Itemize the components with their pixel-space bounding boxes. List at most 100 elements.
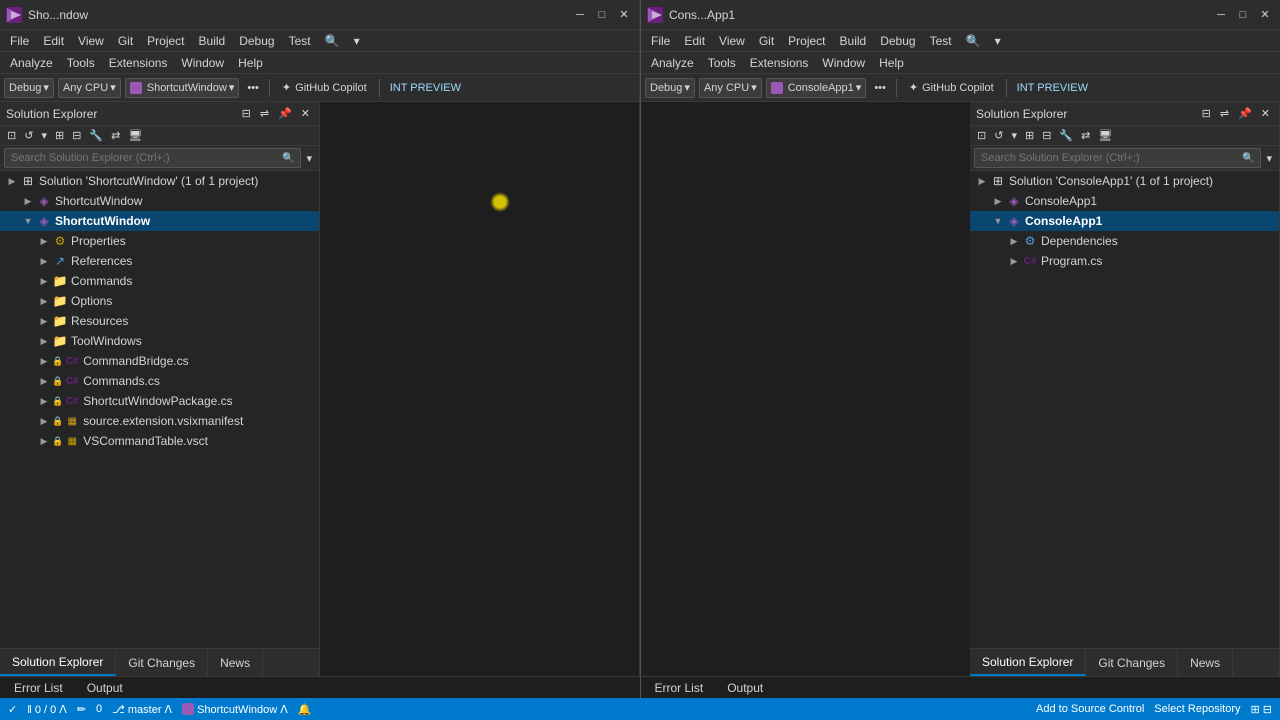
menu-project-1[interactable]: Project [141,32,190,50]
sync-btn-1[interactable]: ⇌ [257,106,272,121]
menu-analyze-2[interactable]: Analyze [645,54,700,72]
tree-container-2[interactable]: ▶ ⊞ Solution 'ConsoleApp1' (1 of 1 proje… [970,171,1279,648]
tree-item-properties[interactable]: ▶ ⚙ Properties [0,231,319,251]
tree-item-commandscs[interactable]: ▶ 🔒 C# Commands.cs [0,371,319,391]
menu-project-2[interactable]: Project [782,32,831,50]
tab-news-2[interactable]: News [1178,649,1233,676]
tree-item-commandbridge[interactable]: ▶ 🔒 C# CommandBridge.cs [0,351,319,371]
toolbar2-btn-a[interactable]: ⊡ [974,128,989,143]
tab-git-changes-2[interactable]: Git Changes [1086,649,1178,676]
status-branch[interactable]: ⎇ master ᐱ [112,703,172,716]
menu-debug-1[interactable]: Debug [233,32,280,50]
search-icon-2[interactable]: 🔍 [960,32,987,50]
tree-item-packagecs[interactable]: ▶ 🔒 C# ShortcutWindowPackage.cs [0,391,319,411]
tree-item-proj2-expanded[interactable]: ▼ ◈ ConsoleApp1 [970,211,1279,231]
tree-item-toolwindows[interactable]: ▶ 📁 ToolWindows [0,331,319,351]
menu-test-2[interactable]: Test [924,32,958,50]
more-btn-2[interactable]: ••• [870,78,890,98]
menu-tools-2[interactable]: Tools [702,54,742,72]
toolbar2-btn-c[interactable]: ▾ [1008,128,1020,143]
copilot-btn-2[interactable]: ✦ GitHub Copilot [903,78,1000,98]
platform-dropdown-2[interactable]: Any CPU ▾ [699,78,762,98]
menu-dropdown-1[interactable]: ▾ [348,32,366,50]
tree-item-deps[interactable]: ▶ ⚙ Dependencies [970,231,1279,251]
tab-git-changes-1[interactable]: Git Changes [116,649,208,676]
menu-view-1[interactable]: View [72,32,110,50]
tree-item-proj2-collapsed[interactable]: ▶ ◈ ConsoleApp1 [970,191,1279,211]
menu-file-2[interactable]: File [645,32,676,50]
tree-item-proj-collapsed[interactable]: ▶ ◈ ShortcutWindow [0,191,319,211]
restore-btn-1[interactable]: □ [593,7,611,23]
menu-view-2[interactable]: View [713,32,751,50]
menu-dropdown-2[interactable]: ▾ [989,32,1007,50]
toolbar2-btn-b[interactable]: ↺ [991,128,1006,143]
toolbar-btn-c[interactable]: ▾ [38,128,50,143]
config-dropdown-1[interactable]: Debug ▾ [4,78,54,98]
menu-tools-1[interactable]: Tools [61,54,101,72]
tree-item-solution-1[interactable]: ▶ ⊞ Solution 'ShortcutWindow' (1 of 1 pr… [0,171,319,191]
menu-analyze-1[interactable]: Analyze [4,54,59,72]
menu-build-2[interactable]: Build [834,32,873,50]
tree-container-1[interactable]: ▶ ⊞ Solution 'ShortcutWindow' (1 of 1 pr… [0,171,319,648]
tree-item-references[interactable]: ▶ ↗ References [0,251,319,271]
menu-build-1[interactable]: Build [193,32,232,50]
tree-item-program[interactable]: ▶ C# Program.cs [970,251,1279,271]
search-icon-1[interactable]: 🔍 [319,32,346,50]
toolbar-btn-e[interactable]: ⊟ [69,128,84,143]
toolbar-btn-d[interactable]: ⊞ [52,128,67,143]
toolbar-btn-a[interactable]: ⊡ [4,128,19,143]
toolbar-btn-g[interactable]: ⇄ [108,128,123,143]
status-pencil[interactable]: ✏ [77,703,86,716]
menu-git-2[interactable]: Git [753,32,780,50]
minimize-btn-1[interactable]: ─ [571,7,589,23]
toolbar-btn-b[interactable]: ↺ [21,128,36,143]
search-dropdown-1[interactable]: ▾ [303,151,315,166]
error-list-tab-1[interactable]: Error List [8,679,69,697]
project-dropdown-1[interactable]: ShortcutWindow ▾ [125,78,240,98]
pin-btn-2[interactable]: 📌 [1235,106,1255,121]
pin-btn-1[interactable]: 📌 [275,106,295,121]
toolbar-btn-f[interactable]: 🔧 [86,128,106,143]
tree-item-vsct[interactable]: ▶ 🔒 ▦ VSCommandTable.vsct [0,431,319,451]
collapse-btn-1[interactable]: ⊟ [239,106,254,121]
menu-debug-2[interactable]: Debug [874,32,921,50]
status-errors[interactable]: ǁ 0 / 0 ᐱ [27,703,67,716]
search-box-1[interactable]: 🔍 [4,148,301,168]
close-btn-1[interactable]: ✕ [615,7,633,23]
search-dropdown-2[interactable]: ▾ [1263,151,1275,166]
toolbar2-btn-f[interactable]: 🔧 [1056,128,1076,143]
menu-extensions-1[interactable]: Extensions [103,54,174,72]
tree-item-resources[interactable]: ▶ 📁 Resources [0,311,319,331]
menu-edit-1[interactable]: Edit [37,32,70,50]
copilot-btn-1[interactable]: ✦ GitHub Copilot [276,78,373,98]
tree-item-proj-expanded[interactable]: ▼ ◈ ShortcutWindow [0,211,319,231]
minimize-btn-2[interactable]: ─ [1212,7,1230,23]
toolbar2-btn-h[interactable]: 🖥 [1095,128,1115,143]
status-warnings[interactable]: 0 [96,703,102,715]
collapse-btn-2[interactable]: ⊟ [1199,106,1214,121]
menu-window-1[interactable]: Window [175,54,230,72]
project-dropdown-2[interactable]: ConsoleApp1 ▾ [766,78,867,98]
status-select-repo[interactable]: Select Repository [1154,703,1240,715]
search-box-2[interactable]: 🔍 [974,148,1261,168]
menu-window-2[interactable]: Window [816,54,871,72]
close-btn-2[interactable]: ✕ [1256,7,1274,23]
restore-btn-2[interactable]: □ [1234,7,1252,23]
tab-solution-explorer-1[interactable]: Solution Explorer [0,649,116,676]
tree-item-solution-2[interactable]: ▶ ⊞ Solution 'ConsoleApp1' (1 of 1 proje… [970,171,1279,191]
status-check[interactable]: ✓ [8,703,17,716]
close-panel-btn-2[interactable]: ✕ [1258,106,1273,121]
menu-extensions-2[interactable]: Extensions [744,54,815,72]
status-layout-icons[interactable]: ⊞ ⊟ [1251,703,1273,716]
status-add-source-control[interactable]: Add to Source Control [1036,703,1144,715]
toolbar2-btn-e[interactable]: ⊟ [1039,128,1054,143]
toolbar2-btn-d[interactable]: ⊞ [1022,128,1037,143]
output-tab-1[interactable]: Output [81,679,129,697]
search-input-2[interactable] [981,152,1238,164]
status-project-name[interactable]: ShortcutWindow ᐱ [182,703,288,716]
menu-edit-2[interactable]: Edit [678,32,711,50]
tab-news-1[interactable]: News [208,649,263,676]
platform-dropdown-1[interactable]: Any CPU ▾ [58,78,121,98]
tree-item-vsix[interactable]: ▶ 🔒 ▦ source.extension.vsixmanifest [0,411,319,431]
menu-git-1[interactable]: Git [112,32,139,50]
